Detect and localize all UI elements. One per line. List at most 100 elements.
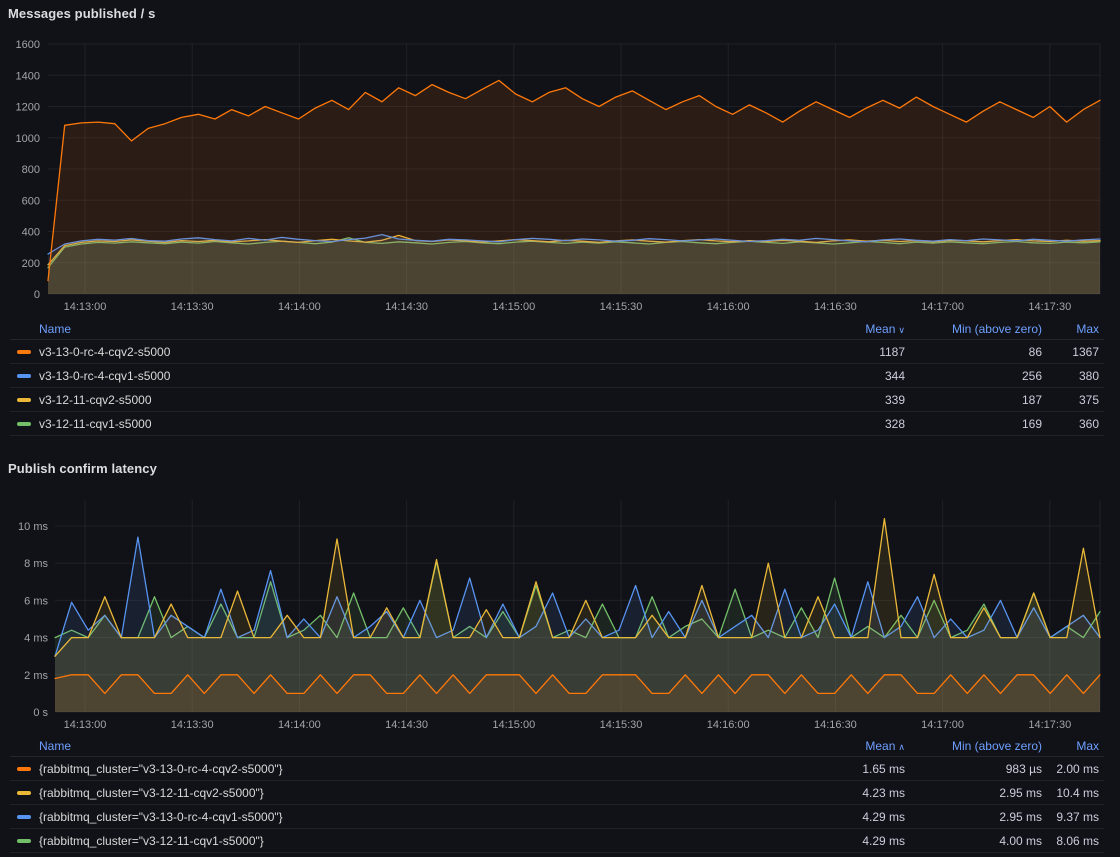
x-axis-tick-label: 14:16:30: [814, 719, 857, 731]
x-axis-tick-label: 14:14:30: [385, 301, 428, 313]
series-name[interactable]: v3-12-11-cqv2-s5000: [39, 393, 152, 407]
legend-col-mean[interactable]: Mean∨: [785, 322, 905, 336]
series-max-value: 10.4 ms: [1042, 786, 1104, 800]
series-min-value: 2.95 ms: [905, 810, 1042, 824]
y-axis-tick-label: 600: [22, 195, 40, 207]
legend-col-min[interactable]: Min (above zero): [905, 322, 1042, 336]
y-axis-tick-label: 0 s: [33, 707, 48, 719]
x-axis-tick-label: 14:17:00: [921, 719, 964, 731]
legend-col-mean-label: Mean: [865, 322, 895, 336]
panel-publish-confirm-latency: Publish confirm latency 0 s2 ms4 ms6 ms8…: [0, 448, 1120, 857]
series-mean-value: 1187: [785, 345, 905, 359]
legend-table-messages: Name Mean∨ Min (above zero) Max v3-13-0-…: [10, 318, 1104, 436]
series-color-swatch: [17, 422, 31, 426]
y-axis-tick-label: 8 ms: [24, 558, 48, 570]
series-color-swatch: [17, 350, 31, 354]
legend-row[interactable]: {rabbitmq_cluster="v3-13-0-rc-4-cqv2-s50…: [10, 757, 1104, 781]
timeseries-chart-publish-confirm-latency[interactable]: 0 s2 ms4 ms6 ms8 ms10 ms14:13:0014:13:30…: [0, 490, 1120, 735]
legend-row[interactable]: v3-12-11-cqv1-s5000 328169360: [10, 412, 1104, 436]
series-color-swatch: [17, 791, 31, 795]
legend-col-mean-label: Mean: [865, 739, 895, 753]
series-max-value: 360: [1042, 417, 1104, 431]
series-mean-value: 344: [785, 369, 905, 383]
x-axis-tick-label: 14:13:00: [64, 301, 107, 313]
legend-col-min[interactable]: Min (above zero): [905, 739, 1042, 753]
x-axis-tick-label: 14:14:00: [278, 719, 321, 731]
series-name[interactable]: {rabbitmq_cluster="v3-13-0-rc-4-cqv2-s50…: [39, 762, 283, 776]
x-axis-tick-label: 14:13:00: [64, 719, 107, 731]
legend-col-name[interactable]: Name: [10, 739, 785, 753]
series-name[interactable]: v3-12-11-cqv1-s5000: [39, 417, 152, 431]
series-mean-value: 1.65 ms: [785, 762, 905, 776]
timeseries-chart-messages-published[interactable]: 0 200 400 600 800 1000 1200 1400 1600 14:13:00 14:…: [0, 33, 1120, 318]
series-mean-value: 328: [785, 417, 905, 431]
legend-col-max[interactable]: Max: [1042, 322, 1104, 336]
x-axis-tick-label: 14:16:30: [814, 301, 857, 313]
panel-title[interactable]: Publish confirm latency: [8, 461, 157, 476]
series-mean-value: 4.29 ms: [785, 834, 905, 848]
x-axis-tick-label: 14:15:30: [600, 719, 643, 731]
legend-header: Name Mean∧ Min (above zero) Max: [10, 735, 1104, 757]
series-name[interactable]: {rabbitmq_cluster="v3-12-11-cqv2-s5000"}: [39, 786, 264, 800]
series-color-swatch: [17, 767, 31, 771]
y-axis-tick-label: 2 ms: [24, 670, 48, 682]
y-axis-tick-label: 800: [22, 164, 40, 176]
x-axis-tick-label: 14:15:00: [492, 301, 535, 313]
series-max-value: 375: [1042, 393, 1104, 407]
series-min-value: 256: [905, 369, 1042, 383]
x-axis-tick-label: 14:16:00: [707, 301, 750, 313]
series-min-value: 86: [905, 345, 1042, 359]
legend-row[interactable]: {rabbitmq_cluster="v3-13-0-rc-4-cqv1-s50…: [10, 805, 1104, 829]
panel-messages-published: Messages published / s 0 200 400 600 800 1000…: [0, 0, 1120, 447]
x-axis-tick-label: 14:15:00: [492, 719, 535, 731]
series-min-value: 187: [905, 393, 1042, 407]
legend-row[interactable]: v3-12-11-cqv2-s5000 339187375: [10, 388, 1104, 412]
series-name[interactable]: {rabbitmq_cluster="v3-13-0-rc-4-cqv1-s50…: [39, 810, 283, 824]
x-axis-tick-label: 14:17:30: [1028, 719, 1071, 731]
legend-row[interactable]: v3-13-0-rc-4-cqv1-s5000 344256380: [10, 364, 1104, 388]
y-axis-tick-label: 1600: [16, 39, 40, 51]
legend-col-max[interactable]: Max: [1042, 739, 1104, 753]
series-name[interactable]: v3-13-0-rc-4-cqv2-s5000: [39, 345, 170, 359]
series-color-swatch: [17, 815, 31, 819]
legend-col-name[interactable]: Name: [10, 322, 785, 336]
y-axis-tick-label: 200: [22, 258, 40, 270]
series-name[interactable]: v3-13-0-rc-4-cqv1-s5000: [39, 369, 170, 383]
x-axis-tick-label: 14:16:00: [707, 719, 750, 731]
x-axis-tick-label: 14:14:00: [278, 301, 321, 313]
series-mean-value: 339: [785, 393, 905, 407]
legend-col-mean[interactable]: Mean∧: [785, 739, 905, 753]
series-max-value: 1367: [1042, 345, 1104, 359]
y-axis-tick-label: 10 ms: [18, 521, 48, 533]
legend-header: Name Mean∨ Min (above zero) Max: [10, 318, 1104, 340]
series-max-value: 380: [1042, 369, 1104, 383]
y-axis-tick-label: 400: [22, 227, 40, 239]
series-max-value: 8.06 ms: [1042, 834, 1104, 848]
sort-desc-icon: ∨: [898, 325, 905, 335]
panel-title[interactable]: Messages published / s: [8, 6, 155, 21]
legend-row[interactable]: v3-13-0-rc-4-cqv2-s5000 1187861367: [10, 340, 1104, 364]
series-color-swatch: [17, 374, 31, 378]
y-axis-tick-label: 1000: [16, 133, 40, 145]
legend-rows: {rabbitmq_cluster="v3-13-0-rc-4-cqv2-s50…: [10, 757, 1104, 853]
series-name[interactable]: {rabbitmq_cluster="v3-12-11-cqv1-s5000"}: [39, 834, 264, 848]
series-min-value: 169: [905, 417, 1042, 431]
x-axis-tick-label: 14:17:30: [1028, 301, 1071, 313]
series-mean-value: 4.29 ms: [785, 810, 905, 824]
sort-asc-icon: ∧: [898, 742, 905, 752]
legend-row[interactable]: {rabbitmq_cluster="v3-12-11-cqv1-s5000"}…: [10, 829, 1104, 853]
x-axis-tick-label: 14:14:30: [385, 719, 428, 731]
x-axis-tick-label: 14:13:30: [171, 719, 214, 731]
y-axis-tick-label: 4 ms: [24, 633, 48, 645]
legend-row[interactable]: {rabbitmq_cluster="v3-12-11-cqv2-s5000"}…: [10, 781, 1104, 805]
x-axis-tick-label: 14:15:30: [600, 301, 643, 313]
y-axis-tick-label: 0: [34, 289, 40, 301]
y-axis-tick-label: 1200: [16, 102, 40, 114]
series-min-value: 2.95 ms: [905, 786, 1042, 800]
series-max-value: 9.37 ms: [1042, 810, 1104, 824]
legend-table-latency: Name Mean∧ Min (above zero) Max {rabbitm…: [10, 735, 1104, 853]
grafana-dashboard: Messages published / s 0 200 400 600 800 1000…: [0, 0, 1120, 857]
series-max-value: 2.00 ms: [1042, 762, 1104, 776]
series-min-value: 983 µs: [905, 762, 1042, 776]
y-axis-tick-label: 1400: [16, 70, 40, 82]
